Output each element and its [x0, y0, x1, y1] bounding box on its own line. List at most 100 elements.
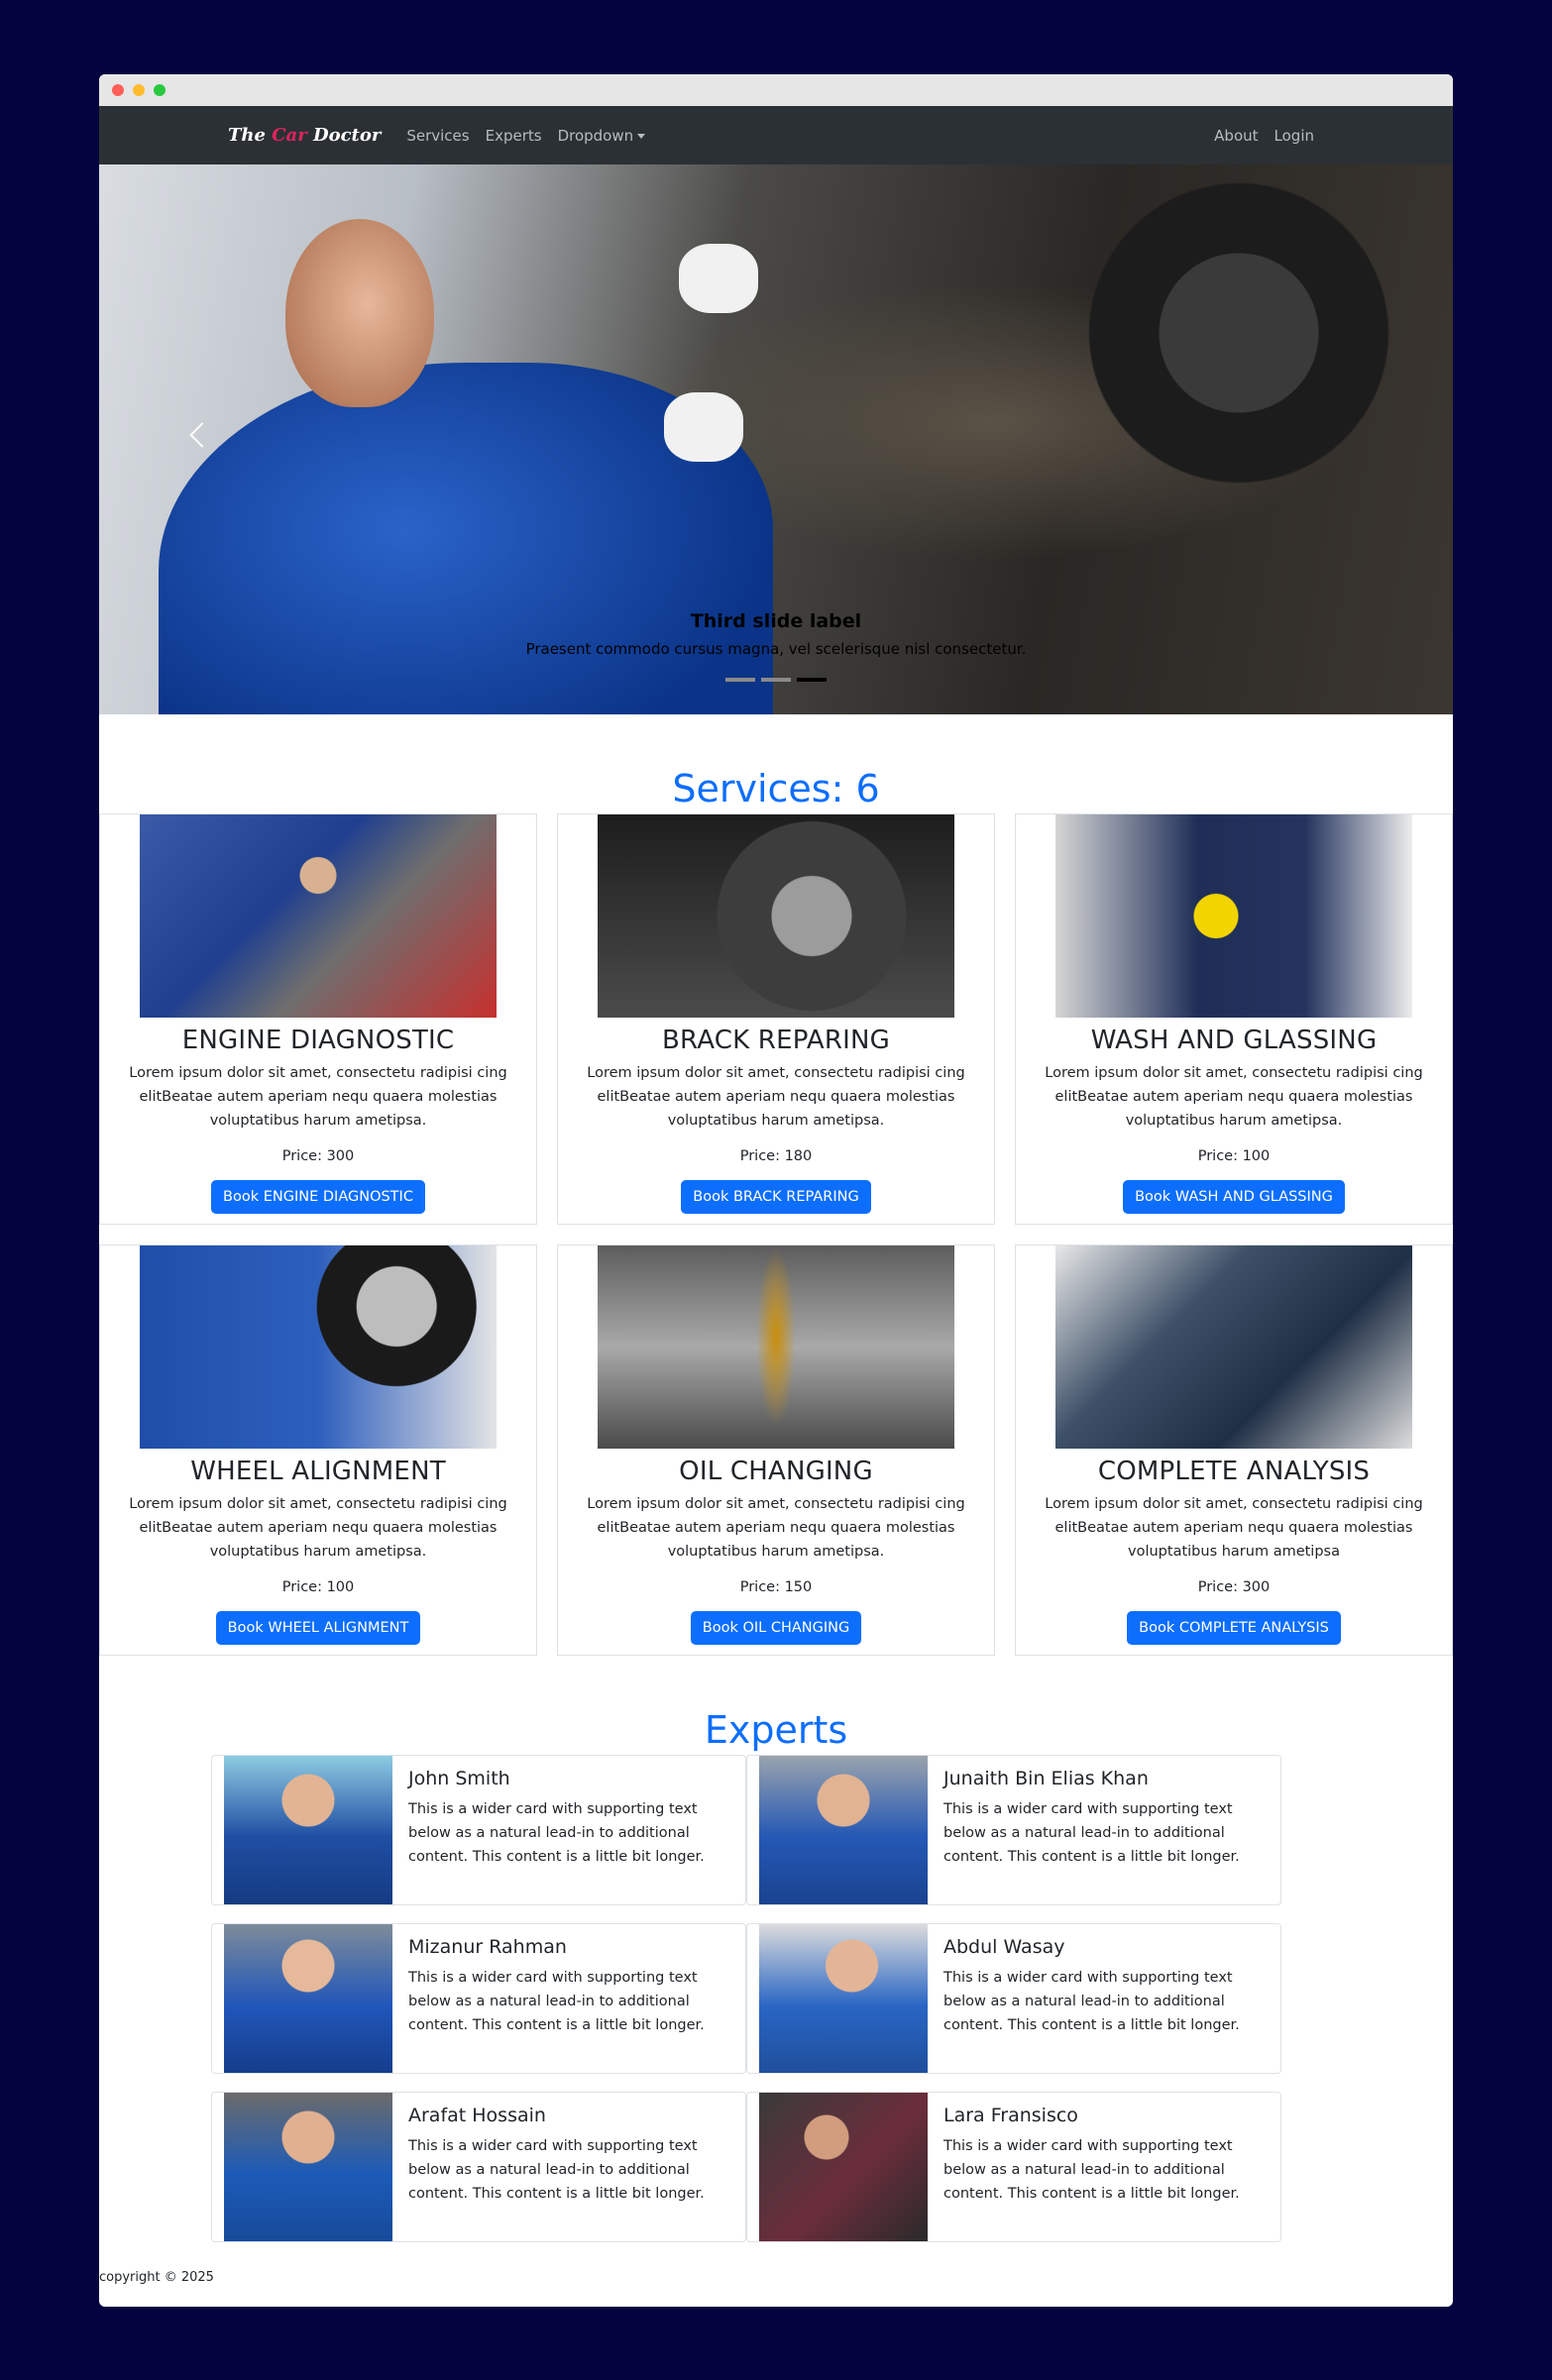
expert-body: John Smith This is a wider card with sup… — [392, 1756, 741, 1904]
service-card: WASH AND GLASSING Lorem ipsum dolor sit … — [1015, 813, 1453, 1225]
carousel-indicator[interactable] — [725, 678, 755, 682]
service-card: BRACK REPARING Lorem ipsum dolor sit ame… — [557, 813, 995, 1225]
services-grid: ENGINE DIAGNOSTIC Lorem ipsum dolor sit … — [99, 813, 1453, 1656]
service-card: OIL CHANGING Lorem ipsum dolor sit amet,… — [557, 1244, 995, 1656]
expert-text: This is a wider card with supporting tex… — [943, 2138, 1240, 2202]
nav-link-login[interactable]: Login — [1275, 127, 1314, 145]
service-description: Lorem ipsum dolor sit amet, consectetu r… — [587, 1496, 965, 1560]
service-name: BRACK REPARING — [661, 1026, 891, 1055]
expert-photo — [759, 1924, 928, 2073]
expert-body: Lara Fransisco This is a wider card with… — [928, 2093, 1276, 2241]
carousel-indicators — [99, 678, 1453, 682]
expert-body: Abdul Wasay This is a wider card with su… — [928, 1924, 1276, 2073]
carousel-indicator-active[interactable] — [797, 678, 827, 682]
service-image — [140, 1245, 497, 1449]
service-image — [598, 814, 954, 1018]
carousel-caption-text: Praesent commodo cursus magna, vel scele… — [525, 640, 1027, 658]
service-description: Lorem ipsum dolor sit amet, consectetu r… — [129, 1065, 507, 1129]
hero-glove — [679, 244, 758, 313]
window-titlebar — [99, 74, 1453, 106]
service-name: ENGINE DIAGNOSTIC — [181, 1026, 455, 1055]
book-service-button[interactable]: Book ENGINE DIAGNOSTIC — [211, 1180, 425, 1214]
close-window-button[interactable] — [112, 84, 124, 96]
expert-body: Arafat Hossain This is a wider card with… — [392, 2093, 741, 2241]
brand-part-3: Doctor — [312, 125, 382, 146]
service-description: Lorem ipsum dolor sit amet, consectetu r… — [587, 1065, 965, 1129]
expert-text: This is a wider card with supporting tex… — [943, 1801, 1240, 1865]
book-service-button[interactable]: Book BRACK REPARING — [681, 1180, 871, 1214]
service-price: Price: 300 — [281, 1148, 355, 1164]
hero-mechanic-head — [285, 219, 434, 407]
carousel-indicator[interactable] — [761, 678, 791, 682]
carousel-prev-icon[interactable] — [189, 422, 215, 448]
service-description: Lorem ipsum dolor sit amet, consectetu r… — [1045, 1496, 1423, 1560]
maximize-window-button[interactable] — [154, 84, 166, 96]
expert-name: Arafat Hossain — [408, 2105, 546, 2126]
service-card: COMPLETE ANALYSIS Lorem ipsum dolor sit … — [1015, 1244, 1453, 1656]
nav-dropdown-label: Dropdown — [557, 126, 634, 145]
service-price: Price: 100 — [281, 1579, 355, 1595]
footer-copyright: copyright © 2025 — [99, 2270, 214, 2285]
nav-link-about[interactable]: About — [1214, 127, 1258, 145]
hero-glove — [664, 392, 743, 462]
navbar: The Car Doctor Services Experts Dropdown… — [99, 106, 1453, 164]
expert-card: Lara Fransisco This is a wider card with… — [746, 2092, 1281, 2242]
expert-name: Lara Fransisco — [943, 2105, 1078, 2126]
expert-card: Mizanur Rahman This is a wider card with… — [211, 1923, 746, 2074]
service-price: Price: 300 — [1197, 1579, 1271, 1595]
hero-carousel: Third slide label Praesent commodo cursu… — [99, 164, 1453, 714]
expert-name: Abdul Wasay — [943, 1936, 1065, 1958]
service-price: Price: 180 — [739, 1148, 813, 1164]
caret-down-icon — [637, 133, 646, 139]
service-image — [598, 1245, 954, 1449]
service-card: ENGINE DIAGNOSTIC Lorem ipsum dolor sit … — [99, 813, 537, 1225]
service-price: Price: 150 — [739, 1579, 813, 1595]
service-image — [1055, 1245, 1412, 1449]
expert-body: Mizanur Rahman This is a wider card with… — [392, 1924, 741, 2073]
service-description: Lorem ipsum dolor sit amet, consectetu r… — [129, 1496, 507, 1560]
expert-photo — [759, 2093, 928, 2241]
service-image — [1055, 814, 1412, 1018]
service-name: WHEEL ALIGNMENT — [190, 1457, 446, 1486]
nav-dropdown[interactable]: Dropdown — [558, 127, 646, 145]
service-description: Lorem ipsum dolor sit amet, consectetu r… — [1045, 1065, 1423, 1129]
expert-photo — [224, 1756, 392, 1904]
service-image — [140, 814, 497, 1018]
expert-name: John Smith — [408, 1768, 510, 1789]
expert-card: Abdul Wasay This is a wider card with su… — [746, 1923, 1281, 2074]
expert-card: Junaith Bin Elias Khan This is a wider c… — [746, 1755, 1281, 1905]
experts-grid: John Smith This is a wider card with sup… — [211, 1755, 1281, 2242]
expert-text: This is a wider card with supporting tex… — [408, 1801, 705, 1865]
carousel-caption-title: Third slide label — [690, 610, 862, 632]
expert-name: Junaith Bin Elias Khan — [943, 1768, 1149, 1789]
book-service-button[interactable]: Book WASH AND GLASSING — [1123, 1180, 1345, 1214]
browser-window: The Car Doctor Services Experts Dropdown… — [99, 74, 1453, 2307]
expert-text: This is a wider card with supporting tex… — [408, 2138, 705, 2202]
book-service-button[interactable]: Book OIL CHANGING — [690, 1611, 862, 1645]
expert-body: Junaith Bin Elias Khan This is a wider c… — [928, 1756, 1276, 1904]
expert-text: This is a wider card with supporting tex… — [943, 1970, 1240, 2033]
service-name: OIL CHANGING — [679, 1457, 873, 1486]
service-card: WHEEL ALIGNMENT Lorem ipsum dolor sit am… — [99, 1244, 537, 1656]
brand-part-2: Car — [272, 125, 313, 146]
book-service-button[interactable]: Book COMPLETE ANALYSIS — [1127, 1611, 1341, 1645]
book-service-button[interactable]: Book WHEEL ALIGNMENT — [215, 1611, 421, 1645]
nav-link-services[interactable]: Services — [406, 127, 469, 145]
experts-title: Experts — [704, 1708, 848, 1752]
expert-card: Arafat Hossain This is a wider card with… — [211, 2092, 746, 2242]
nav-right: About Login — [1214, 127, 1314, 145]
expert-photo — [224, 2093, 392, 2241]
services-title: Services: 6 — [672, 767, 880, 811]
expert-photo — [759, 1756, 928, 1904]
service-name: WASH AND GLASSING — [1090, 1026, 1378, 1055]
minimize-window-button[interactable] — [133, 84, 145, 96]
service-name: COMPLETE ANALYSIS — [1097, 1457, 1371, 1486]
nav-link-experts[interactable]: Experts — [486, 127, 542, 145]
expert-card: John Smith This is a wider card with sup… — [211, 1755, 746, 1905]
expert-name: Mizanur Rahman — [408, 1936, 567, 1958]
service-price: Price: 100 — [1197, 1148, 1271, 1164]
expert-text: This is a wider card with supporting tex… — [408, 1970, 705, 2033]
brand-part-1: The — [228, 125, 273, 146]
brand-logo[interactable]: The Car Doctor — [228, 125, 381, 146]
expert-photo — [224, 1924, 392, 2073]
